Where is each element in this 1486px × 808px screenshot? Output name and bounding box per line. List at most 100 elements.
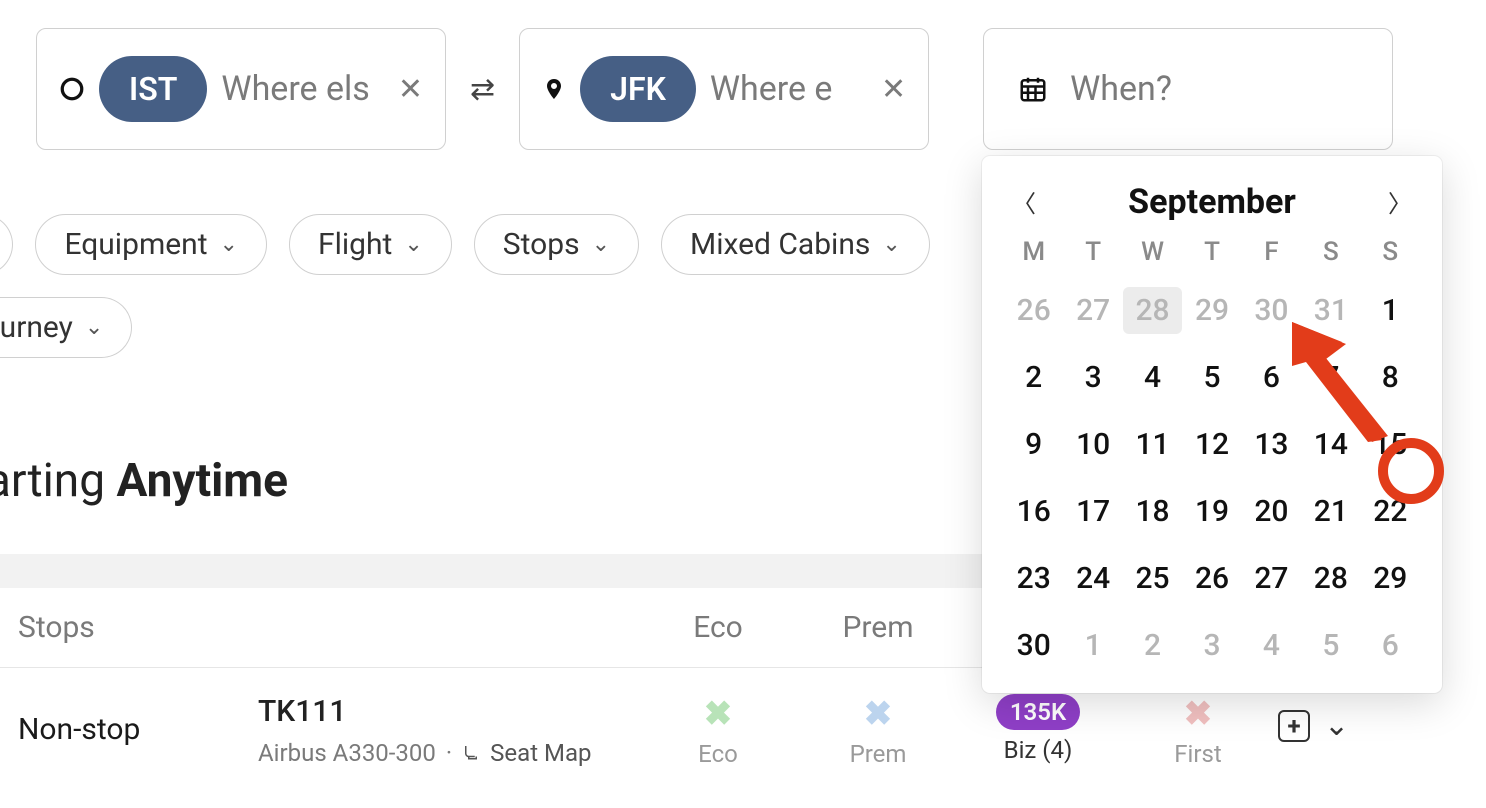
origin-circle-icon — [59, 76, 85, 102]
filter-mixed-cabins[interactable]: Mixed Cabins⌄ — [661, 214, 930, 275]
filter-stops-label: Stops — [503, 227, 580, 262]
calendar-day[interactable]: 5 — [1301, 622, 1360, 669]
destination-clear-icon[interactable]: ✕ — [881, 72, 906, 107]
calendar-day[interactable]: 14 — [1301, 421, 1360, 468]
fare-biz-label: Biz (4) — [958, 736, 1118, 764]
calendar-day[interactable]: 1 — [1361, 287, 1420, 334]
calendar-day[interactable]: 31 — [1301, 287, 1360, 334]
calendar-day[interactable]: 25 — [1123, 555, 1182, 602]
chevron-down-icon: ⌄ — [404, 232, 422, 257]
filter-equipment-label: Equipment — [64, 227, 207, 262]
calendar-day[interactable]: 6 — [1361, 622, 1420, 669]
calendar-day[interactable]: 13 — [1242, 421, 1301, 468]
calendar-day[interactable]: 27 — [1063, 287, 1122, 334]
fare-first[interactable]: ✖ First — [1118, 694, 1278, 768]
filter-journey[interactable]: Journey⌄ — [0, 297, 132, 358]
calendar-day[interactable]: 30 — [1004, 622, 1063, 669]
calendar-day[interactable]: 23 — [1004, 555, 1063, 602]
calendar-day[interactable]: 21 — [1301, 488, 1360, 535]
calendar-day[interactable]: 24 — [1063, 555, 1122, 602]
calendar-day[interactable]: 18 — [1123, 488, 1182, 535]
calendar-day[interactable]: 7 — [1301, 354, 1360, 401]
calendar-day[interactable]: 1 — [1063, 622, 1122, 669]
calendar-day[interactable]: 5 — [1182, 354, 1241, 401]
seat-map-link[interactable]: Seat Map — [490, 739, 591, 767]
calendar-day[interactable]: 2 — [1004, 354, 1063, 401]
calendar-grid: MTWTFSS262728293031123456789101112131415… — [1004, 237, 1420, 669]
x-icon: ✖ — [638, 694, 798, 734]
heading-bold: Anytime — [116, 454, 288, 508]
dot-separator: · — [446, 739, 452, 767]
calendar-day[interactable]: 28 — [1123, 287, 1182, 334]
biz-price-pill: 135K — [996, 694, 1080, 730]
calendar-dow: S — [1301, 237, 1360, 267]
col-eco: Eco — [638, 610, 798, 645]
row-actions: + ⌄ — [1278, 694, 1398, 743]
calendar-day[interactable]: 28 — [1301, 555, 1360, 602]
calendar-icon — [1018, 74, 1048, 104]
cell-flight: TK111 Airbus A330-300 · Seat Map — [258, 694, 638, 767]
fare-eco-label: Eco — [638, 740, 798, 768]
calendar-day[interactable]: 30 — [1242, 287, 1301, 334]
date-input-box[interactable]: When? — [983, 28, 1393, 150]
origin-chip[interactable]: IST — [99, 56, 207, 122]
calendar-day[interactable]: 16 — [1004, 488, 1063, 535]
filter-equipment[interactable]: Equipment ⌄ — [35, 214, 267, 275]
origin-input-box[interactable]: IST Where els ✕ — [36, 28, 446, 150]
calendar-day[interactable]: 12 — [1182, 421, 1241, 468]
calendar-day[interactable]: 8 — [1361, 354, 1420, 401]
calendar-day[interactable]: 4 — [1242, 622, 1301, 669]
chevron-down-icon: ⌄ — [592, 232, 610, 257]
filter-stops[interactable]: Stops ⌄ — [474, 214, 639, 275]
calendar-day[interactable]: 17 — [1063, 488, 1122, 535]
calendar-prev-button[interactable]: 〈 — [1004, 180, 1044, 223]
col-prem: Prem — [798, 610, 958, 645]
origin-clear-icon[interactable]: ✕ — [398, 72, 423, 107]
calendar-day[interactable]: 26 — [1004, 287, 1063, 334]
calendar-day[interactable]: 29 — [1361, 555, 1420, 602]
swap-icon[interactable]: ⇄ — [464, 72, 501, 107]
fare-eco[interactable]: ✖ Eco — [638, 694, 798, 768]
add-button[interactable]: + — [1278, 710, 1310, 742]
calendar-day[interactable]: 9 — [1004, 421, 1063, 468]
filter-flight-label: Flight — [318, 227, 392, 262]
chevron-down-icon: ⌄ — [882, 232, 900, 257]
seat-icon — [462, 739, 480, 767]
destination-input-box[interactable]: JFK Where e ✕ — [519, 28, 929, 150]
calendar-day[interactable]: 19 — [1182, 488, 1241, 535]
calendar-day[interactable]: 26 — [1182, 555, 1241, 602]
filter-flight[interactable]: Flight ⌄ — [289, 214, 452, 275]
fare-prem[interactable]: ✖ Prem — [798, 694, 958, 768]
calendar-day[interactable]: 20 — [1242, 488, 1301, 535]
calendar-day[interactable]: 2 — [1123, 622, 1182, 669]
fare-biz[interactable]: 135K Biz (4) — [958, 694, 1118, 764]
destination-chip[interactable]: JFK — [580, 56, 696, 122]
calendar-dow: W — [1123, 237, 1182, 267]
calendar-day[interactable]: 29 — [1182, 287, 1241, 334]
calendar-day[interactable]: 4 — [1123, 354, 1182, 401]
calendar-day[interactable]: 6 — [1242, 354, 1301, 401]
calendar-day[interactable]: 11 — [1123, 421, 1182, 468]
calendar-day[interactable]: 15 — [1361, 421, 1420, 468]
calendar-next-button[interactable]: 〉 — [1380, 180, 1420, 223]
filter-chip-cut[interactable]: ⌄ — [0, 214, 13, 275]
cell-stops: Non-stop — [18, 694, 258, 747]
calendar-day[interactable]: 3 — [1182, 622, 1241, 669]
calendar-day[interactable]: 27 — [1242, 555, 1301, 602]
destination-placeholder: Where e — [710, 69, 873, 109]
x-icon: ✖ — [1118, 694, 1278, 734]
calendar-day[interactable]: 10 — [1063, 421, 1122, 468]
calendar-dow: T — [1063, 237, 1122, 267]
calendar-dow: F — [1242, 237, 1301, 267]
expand-icon[interactable]: ⌄ — [1324, 708, 1349, 743]
chevron-down-icon: ⌄ — [220, 232, 238, 257]
x-icon: ✖ — [798, 694, 958, 734]
destination-pin-icon — [542, 74, 566, 104]
calendar-day[interactable]: 22 — [1361, 488, 1420, 535]
calendar-dow: S — [1361, 237, 1420, 267]
flight-number: TK111 — [258, 694, 638, 729]
chevron-down-icon: ⌄ — [85, 315, 103, 340]
calendar-dow: M — [1004, 237, 1063, 267]
heading-prefix: parting — [0, 454, 116, 508]
calendar-day[interactable]: 3 — [1063, 354, 1122, 401]
